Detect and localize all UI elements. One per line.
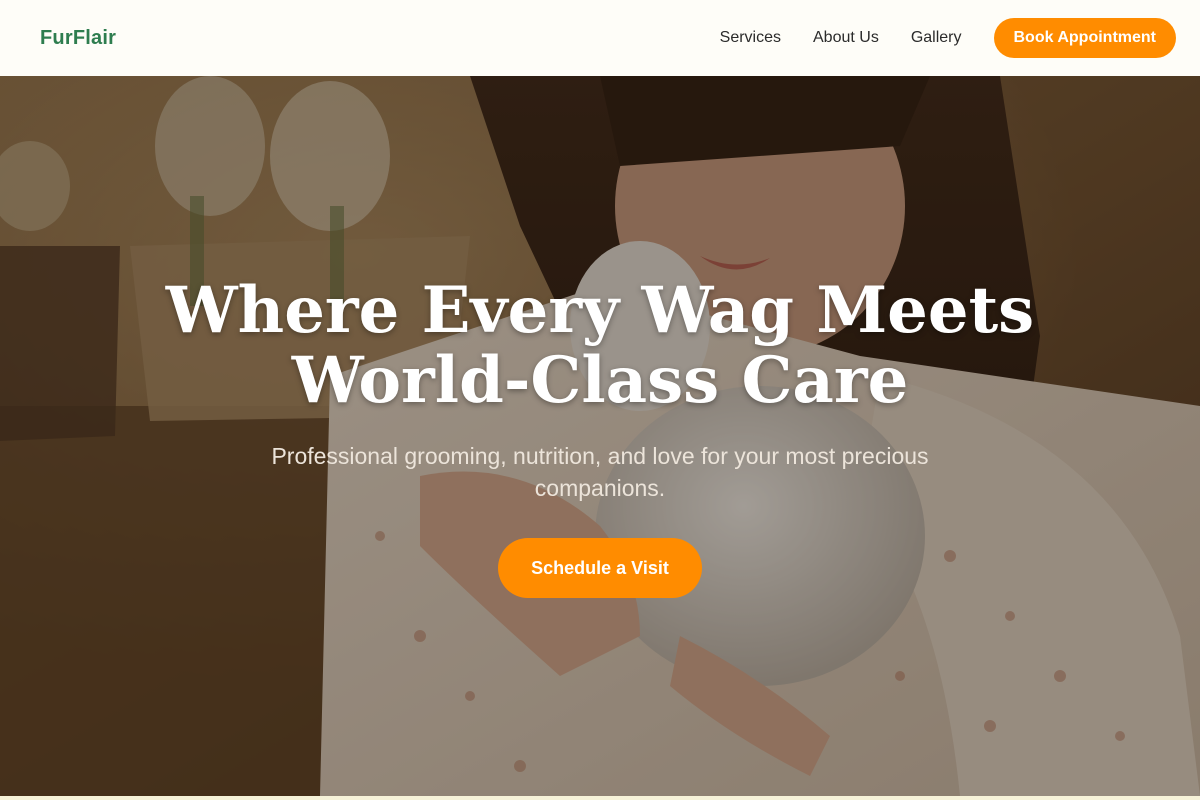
nav-link-gallery[interactable]: Gallery (911, 29, 962, 47)
hero-title-line-1: Where Every Wag Meets (165, 273, 1035, 348)
brand-logo[interactable]: FurFlair (40, 27, 116, 50)
main-nav: Services About Us Gallery Book Appointme… (720, 18, 1176, 58)
schedule-visit-button[interactable]: Schedule a Visit (498, 538, 702, 598)
hero-subtitle: Professional grooming, nutrition, and lo… (271, 443, 929, 501)
hero-title: Where Every Wag Meets World-Class Care (150, 276, 1050, 416)
hero-title-line-2: World-Class Care (291, 343, 909, 418)
next-section-edge (0, 796, 1200, 800)
site-header: FurFlair Services About Us Gallery Book … (0, 0, 1200, 76)
nav-link-about-us[interactable]: About Us (813, 29, 879, 47)
book-appointment-button[interactable]: Book Appointment (993, 18, 1176, 58)
nav-link-services[interactable]: Services (720, 29, 781, 47)
hero-section: Where Every Wag Meets World-Class Care P… (0, 76, 1200, 796)
hero-content: Where Every Wag Meets World-Class Care P… (0, 76, 1200, 796)
